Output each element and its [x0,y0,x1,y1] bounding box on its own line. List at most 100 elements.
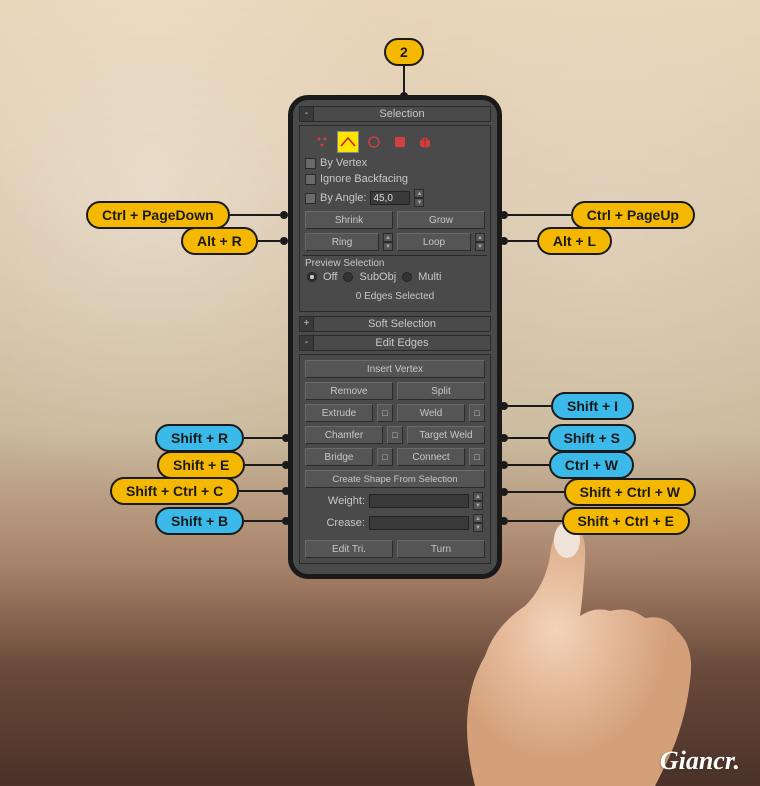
edit-tri-button[interactable]: Edit Tri. [305,540,393,558]
shortcut-pill: Shift + S [548,424,636,452]
element-icon[interactable] [415,131,437,153]
preview-radio-row: Off SubObj Multi [303,269,487,285]
callout-line [508,464,549,467]
preview-off-radio[interactable] [307,272,317,282]
vertex-icon[interactable] [311,131,333,153]
weld-button[interactable]: Weld [397,404,465,422]
shortcut-pill-top: 2 [384,38,424,66]
shrink-button[interactable]: Shrink [305,211,393,229]
angle-input[interactable]: 45,0 [370,191,410,205]
weld-settings-button[interactable]: □ [469,404,485,422]
extrude-button[interactable]: Extrude [305,404,373,422]
ignore-backfacing-row: Ignore Backfacing [303,171,487,187]
callout-dot [500,402,508,410]
by-angle-checkbox[interactable] [305,193,316,204]
shortcut-pill: Shift + Ctrl + W [564,478,696,506]
shortcut-callout: Alt + R [181,227,288,255]
preview-subobj-label: SubObj [359,271,396,283]
rollup-toggle-editedges[interactable]: - [300,336,314,350]
rollup-toggle[interactable]: - [300,107,314,121]
create-shape-button[interactable]: Create Shape From Selection [305,470,485,488]
shortcut-callout: Ctrl + W [500,451,634,479]
connect-settings-button[interactable]: □ [469,448,485,466]
chamfer-button[interactable]: Chamfer [305,426,383,444]
by-vertex-label: By Vertex [320,157,367,169]
top-shortcut-callout: 2 [384,38,424,100]
chamfer-settings-button[interactable]: □ [387,426,403,444]
callout-dot [500,237,508,245]
callout-line [508,437,548,440]
by-vertex-checkbox[interactable] [305,158,316,169]
callout-line [508,240,537,243]
crease-spinner[interactable]: ▲▼ [473,514,483,532]
shortcut-pill: Shift + E [157,451,245,479]
polygon-icon[interactable] [389,131,411,153]
shortcut-pill: Ctrl + PageDown [86,201,230,229]
shortcut-pill: Ctrl + W [549,451,634,479]
editedges-body: Insert Vertex Remove Split Extrude □ Wel… [299,354,491,564]
shortcut-callout: Shift + E [157,451,290,479]
crease-input[interactable] [369,516,469,530]
callout-line [258,240,280,243]
shortcut-pill: Shift + R [155,424,244,452]
selection-status: 0 Edges Selected [303,285,487,308]
callout-line [508,491,564,494]
angle-spinner[interactable]: ▲▼ [414,189,424,207]
shortcut-callout: Shift + Ctrl + W [500,478,696,506]
rollup-title-selection: Selection [314,108,490,120]
rollup-header-softsel[interactable]: + Soft Selection [299,316,491,332]
ring-button[interactable]: Ring [305,233,379,251]
extrude-settings-button[interactable]: □ [377,404,393,422]
callout-dot [280,211,288,219]
rollup-header-selection[interactable]: - Selection [299,106,491,122]
preview-selection-label: Preview Selection [303,255,487,269]
rollup-header-editedges[interactable]: - Edit Edges [299,335,491,351]
callout-dot [282,461,290,469]
shortcut-callout: Shift + Ctrl + C [110,477,290,505]
shortcut-callout: Shift + R [155,424,290,452]
border-icon[interactable] [363,131,385,153]
callout-line [508,405,551,408]
by-vertex-row: By Vertex [303,155,487,171]
rollup-toggle-softsel[interactable]: + [300,317,314,331]
callout-dot [282,517,290,525]
shortcut-callout: Ctrl + PageUp [500,201,695,229]
weight-row: Weight: ▲▼ [303,490,487,512]
connect-button[interactable]: Connect [397,448,465,466]
preview-multi-radio[interactable] [402,272,412,282]
edge-icon[interactable] [337,131,359,153]
callout-dot [282,487,290,495]
split-button[interactable]: Split [397,382,485,400]
ignore-backfacing-checkbox[interactable] [305,174,316,185]
shortcut-callout: Shift + S [500,424,636,452]
bridge-button[interactable]: Bridge [305,448,373,466]
rollup-title-editedges: Edit Edges [314,337,490,349]
shortcut-pill: Alt + R [181,227,258,255]
callout-dot [282,434,290,442]
weight-input[interactable] [369,494,469,508]
callout-line [244,437,282,440]
shortcut-callout: Shift + Ctrl + E [500,507,690,535]
callout-dot [500,211,508,219]
weight-spinner[interactable]: ▲▼ [473,492,483,510]
turn-button[interactable]: Turn [397,540,485,558]
ring-spinner[interactable]: ▲▼ [383,233,393,251]
shortcut-pill: Ctrl + PageUp [571,201,695,229]
grow-button[interactable]: Grow [397,211,485,229]
loop-spinner[interactable]: ▲▼ [475,233,485,251]
preview-multi-label: Multi [418,271,441,283]
loop-button[interactable]: Loop [397,233,471,251]
callout-dot [280,237,288,245]
callout-line [245,464,282,467]
target-weld-button[interactable]: Target Weld [407,426,485,444]
remove-button[interactable]: Remove [305,382,393,400]
bridge-settings-button[interactable]: □ [377,448,393,466]
callout-dot [400,92,408,100]
rollup-title-softsel: Soft Selection [314,318,490,330]
callout-line [508,214,571,217]
preview-off-label: Off [323,271,337,283]
shortcut-pill: Alt + L [537,227,612,255]
ignore-backfacing-label: Ignore Backfacing [320,173,408,185]
insert-vertex-button[interactable]: Insert Vertex [305,360,485,378]
preview-subobj-radio[interactable] [343,272,353,282]
